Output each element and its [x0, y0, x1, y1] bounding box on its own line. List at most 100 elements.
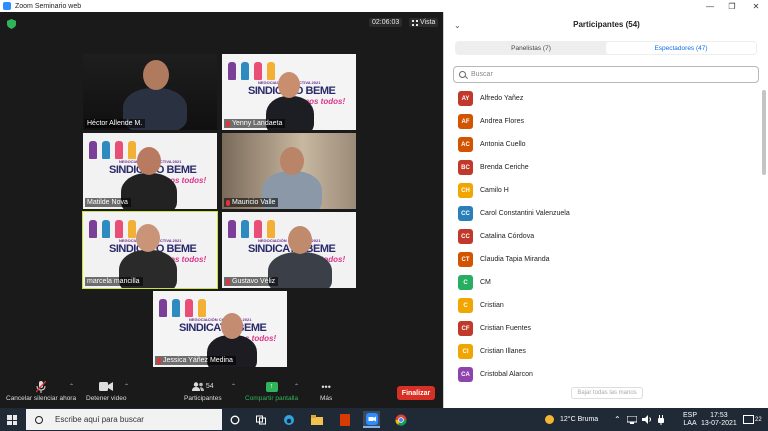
search-icon — [459, 71, 466, 78]
participant-row[interactable]: CC Catalina Córdova — [458, 225, 758, 248]
cortana-icon[interactable] — [226, 411, 243, 428]
weather-widget[interactable]: 12°C Bruma — [544, 408, 598, 431]
participant-name: Cristian Illanes — [480, 348, 526, 355]
taskbar-clock[interactable]: 17:53 13-07-2021 — [701, 408, 737, 431]
view-button[interactable]: Vista — [409, 18, 439, 27]
participant-row[interactable]: AY Alfredo Yañez — [458, 87, 758, 110]
network-icon[interactable] — [627, 408, 637, 431]
avatar: BC — [458, 160, 473, 175]
participant-row[interactable]: CC Carol Constantini Valenzuela — [458, 202, 758, 225]
video-tile[interactable]: NEGOCIACIÓN COLECTIVA 2021 SINDICATO BEM… — [153, 291, 287, 367]
lower-all-hands-button[interactable]: Bajar todas las manos — [571, 387, 643, 399]
video-tile[interactable]: NEGOCIACIÓN COLECTIVA 2021 SINDICATO BEM… — [222, 54, 356, 130]
taskbar-search[interactable]: Escribe aquí para buscar — [26, 409, 222, 430]
input-language[interactable]: ESP LAA — [683, 408, 697, 431]
tile-name-label: Héctor Allende M. — [85, 119, 146, 128]
participants-button[interactable]: 54 Participantes — [184, 380, 222, 402]
participant-name: Cristian — [480, 302, 504, 309]
participant-name: CM — [480, 279, 491, 286]
file-explorer-icon[interactable] — [308, 411, 325, 428]
windows-start-icon[interactable] — [7, 415, 17, 425]
participant-row[interactable]: CH Camilo H — [458, 179, 758, 202]
participants-options-caret[interactable]: ⌃ — [231, 383, 236, 390]
meeting-view: 02:06:03 Vista Héctor Allende M. NEGOCIA… — [0, 12, 443, 408]
participant-name: Catalina Córdova — [480, 233, 535, 240]
show-hidden-icons-caret[interactable]: ⌃ — [614, 408, 621, 431]
audio-options-caret[interactable]: ⌃ — [69, 383, 74, 390]
video-tile[interactable]: Mauricio Valle — [222, 133, 356, 209]
avatar: C — [458, 298, 473, 313]
zoom-app-icon — [3, 2, 11, 10]
tile-name-label: Yenny Landaeta — [224, 119, 286, 128]
window-titlebar: Zoom Seminario web — ❐ ✕ — [0, 0, 768, 12]
panel-scrollbar[interactable] — [762, 90, 766, 175]
avatar: CA — [458, 367, 473, 382]
edge-browser-icon[interactable] — [280, 411, 297, 428]
zoom-taskbar-icon[interactable] — [363, 411, 380, 428]
tile-name-label: Gustavo Véliz — [224, 277, 279, 286]
more-button[interactable]: ••• Más — [320, 380, 333, 403]
video-tile[interactable]: NEGOCIACIÓN COLECTIVA 2021 SINDICATO BEM… — [83, 133, 217, 209]
panel-title: Participantes (54) — [573, 20, 640, 29]
share-screen-label: Compartir pantalla — [245, 395, 299, 402]
tab-panelists[interactable]: Panelistas (7) — [456, 42, 606, 54]
chrome-browser-icon[interactable] — [392, 411, 409, 428]
tile-name-label: Matilde Nova — [85, 198, 131, 207]
clock-date: 13-07-2021 — [701, 419, 737, 427]
close-button[interactable]: ✕ — [744, 0, 768, 12]
notification-count: 22 — [755, 416, 762, 423]
participant-name: Andrea Flores — [480, 118, 524, 125]
end-meeting-button[interactable]: Finalizar — [397, 386, 435, 400]
participant-row[interactable]: CF Cristian Fuentes — [458, 317, 758, 340]
participant-row[interactable]: AC Antonia Cuello — [458, 133, 758, 156]
video-camera-icon — [99, 380, 114, 393]
video-tile[interactable]: NEGOCIACIÓN COLECTIVA 2021 SINDICATO BEM… — [82, 211, 218, 289]
video-tile[interactable]: NEGOCIACIÓN COLECTIVA 2021 SINDICATO BEM… — [222, 212, 356, 288]
participant-row[interactable]: BC Brenda Ceriche — [458, 156, 758, 179]
power-plug-icon[interactable] — [657, 408, 665, 431]
notification-icon — [743, 414, 754, 424]
participant-row[interactable]: C CM — [458, 271, 758, 294]
participant-row[interactable]: CI Cristian Illanes — [458, 340, 758, 363]
notifications-button[interactable]: 22 — [743, 408, 762, 431]
grid-view-icon — [412, 19, 418, 26]
security-shield-icon[interactable] — [7, 19, 16, 29]
avatar: CC — [458, 229, 473, 244]
participant-row[interactable]: CT Claudia Tapia Miranda — [458, 248, 758, 271]
tab-attendees[interactable]: Espectadores (47) — [606, 42, 756, 54]
task-view-icon[interactable] — [252, 411, 269, 428]
unmute-button[interactable]: Cancelar silenciar ahora — [6, 380, 76, 402]
mic-muted-icon — [226, 199, 230, 206]
participants-icon: 54 — [191, 380, 214, 393]
volume-icon[interactable] — [642, 408, 652, 431]
participant-row[interactable]: CA Cristobal Alarcon — [458, 363, 758, 386]
minimize-button[interactable]: — — [698, 0, 722, 12]
search-icon — [35, 415, 43, 424]
stop-video-button[interactable]: Detener video — [86, 380, 126, 402]
participant-name: Cristobal Alarcon — [480, 371, 533, 378]
weather-sun-icon — [545, 415, 554, 424]
share-screen-button[interactable]: ↑ Compartir pantalla — [245, 380, 298, 402]
participant-name: Claudia Tapia Miranda — [480, 256, 550, 263]
clock-time: 17:53 — [710, 411, 728, 419]
search-input[interactable] — [471, 71, 751, 78]
restore-button[interactable]: ❐ — [720, 0, 744, 12]
view-label: Vista — [420, 19, 436, 26]
tile-name-label: Mauricio Valle — [224, 198, 279, 207]
office-app-icon[interactable] — [336, 411, 353, 428]
participant-name: Carol Constantini Valenzuela — [480, 210, 570, 217]
mic-muted-icon — [226, 278, 230, 285]
more-dots-icon: ••• — [321, 381, 331, 392]
participants-count: 54 — [205, 383, 214, 390]
video-options-caret[interactable]: ⌃ — [124, 383, 129, 390]
share-options-caret[interactable]: ⌃ — [294, 383, 299, 390]
participant-row[interactable]: AF Andrea Flores — [458, 110, 758, 133]
meeting-toolbar: Cancelar silenciar ahora ⌃ Detener video… — [0, 377, 443, 408]
video-tile[interactable]: Héctor Allende M. — [83, 54, 217, 130]
participant-row[interactable]: C Cristian — [458, 294, 758, 317]
avatar: CH — [458, 183, 473, 198]
avatar: AC — [458, 137, 473, 152]
avatar: AF — [458, 114, 473, 129]
more-label: Más — [320, 395, 333, 402]
participant-search[interactable] — [453, 66, 759, 83]
